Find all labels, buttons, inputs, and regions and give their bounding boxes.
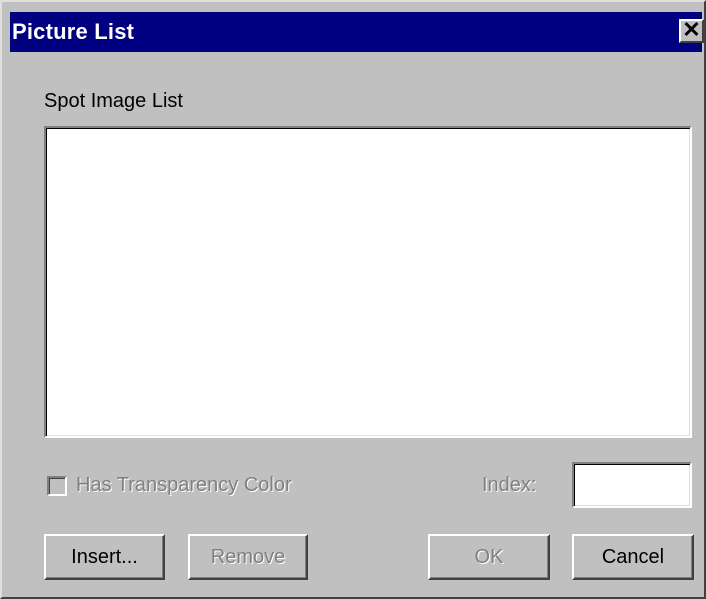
close-button[interactable]: ✕ (679, 19, 704, 43)
index-label: Index: (482, 474, 537, 496)
transparency-checkbox[interactable] (47, 476, 67, 496)
spot-image-list-label: Spot Image List (44, 90, 183, 112)
index-input[interactable] (572, 462, 692, 508)
ok-button[interactable]: OK (428, 534, 550, 580)
transparency-checkbox-label: Has Transparency Color (76, 474, 292, 496)
title-bar[interactable]: Picture List ✕ (10, 12, 704, 52)
remove-button[interactable]: Remove (188, 534, 308, 580)
window-title: Picture List (12, 19, 135, 44)
cancel-button[interactable]: Cancel (572, 534, 694, 580)
picture-list-dialog: Picture List ✕ Spot Image List Has Trans… (0, 0, 706, 599)
close-icon: ✕ (682, 17, 701, 42)
insert-button[interactable]: Insert... (44, 534, 165, 580)
spot-image-listbox[interactable] (44, 126, 692, 438)
